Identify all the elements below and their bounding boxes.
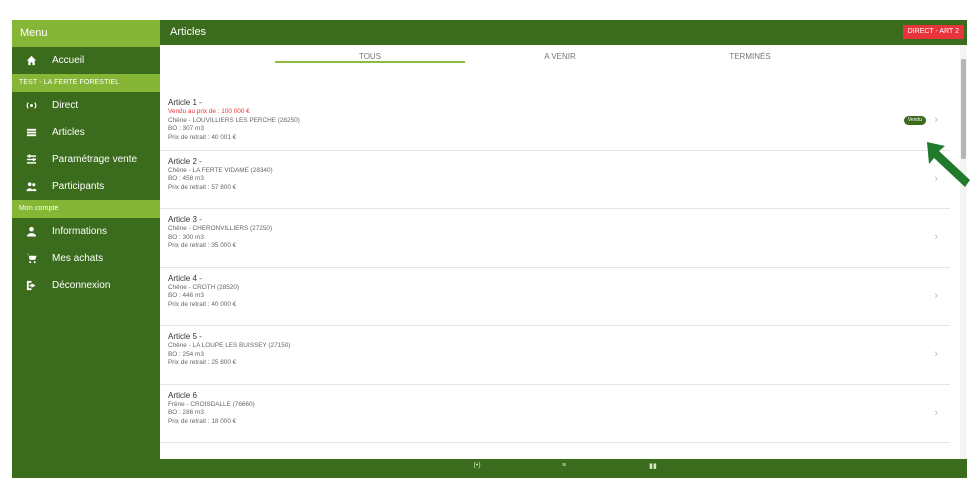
article-title: Article 3 - <box>168 215 202 224</box>
logout-icon <box>24 279 38 293</box>
sidebar-item-direct[interactable]: Direct <box>12 92 160 119</box>
chevron-right-icon: › <box>934 114 938 126</box>
page-title: Articles <box>170 26 207 38</box>
article-price: Prix de retrait : 35 000 € <box>168 242 237 250</box>
bottom-articles-icon[interactable]: ≡ <box>557 462 571 469</box>
sidebar-item-label: Direct <box>52 100 79 111</box>
article-volume: BO : 446 m3 <box>168 292 204 300</box>
sold-badge: Vendu <box>903 116 926 125</box>
sidebar-item-label: Déconnexion <box>52 280 111 291</box>
article-volume: BO : 286 m3 <box>168 409 204 417</box>
article-volume: BO : 458 m3 <box>168 175 204 183</box>
chevron-right-icon: › <box>934 289 938 302</box>
app-frame: Menu Accueil TEST - LA FERTE FORESTIEL D… <box>12 20 967 478</box>
article-price: Prix de retrait : 40 001 € <box>168 133 237 141</box>
sidebar-item-parametrage-vente[interactable]: Paramétrage vente <box>12 146 160 173</box>
article-price: Prix de retrait : 18 000 € <box>168 417 237 425</box>
article-place: Chêne - LA FERTE VIDAME (28340) <box>168 166 273 174</box>
tab-a-venir[interactable]: A VENIR <box>465 45 655 77</box>
chevron-right-icon: › <box>934 231 938 243</box>
topbar: Articles DIRECT - ART 2 <box>160 20 967 45</box>
broadcast-icon <box>24 99 38 113</box>
article-place: Chêne - LA LOUPE LES BUISSEY (27150) <box>168 342 291 349</box>
article-price: Prix de retrait : 40 000 € <box>168 300 237 308</box>
article-sale-status: Vendu au prix de : 100 000 € <box>168 108 250 115</box>
sidebar-item-label: Informations <box>52 226 108 237</box>
article-title: Article 5 - <box>168 332 202 341</box>
tabs: TOUS A VENIR TERMINÉS <box>160 45 960 77</box>
chevron-right-icon: › <box>934 406 938 419</box>
article-row-5[interactable]: Article 5 - Chêne - LA LOUPE LES BUISSEY… <box>160 326 950 385</box>
article-volume: BO : 254 m3 <box>168 350 204 358</box>
home-icon <box>24 54 38 68</box>
main-panel: Articles DIRECT - ART 2 TOUS A VENIR TER… <box>160 20 967 478</box>
sidebar-item-label: Mes achats <box>52 253 104 264</box>
article-place: Chêne - LOUVILLIERS LES PERCHE (28250) <box>168 116 300 124</box>
bottom-nav: (•) ≡ ▮▮ <box>160 459 967 478</box>
article-volume: BO : 307 m3 <box>168 125 204 133</box>
article-place: Chêne - CROTH (28520) <box>168 283 240 291</box>
article-title: Article 4 - <box>168 273 202 283</box>
bottom-catalog-icon[interactable]: ▮▮ <box>646 462 660 470</box>
sidebar-item-mes-achats[interactable]: Mes achats <box>12 245 160 272</box>
sidebar-item-accueil[interactable]: Accueil <box>12 47 160 74</box>
article-volume: BO : 300 m3 <box>168 233 204 241</box>
sidebar-item-label: Accueil <box>52 55 85 66</box>
users-icon <box>24 180 38 194</box>
article-place: Frêne - CROISDALLE (76660) <box>168 400 255 408</box>
cart-icon <box>24 252 38 266</box>
sidebar-item-articles[interactable]: Articles <box>12 119 160 146</box>
menu-header: Menu <box>12 20 160 47</box>
sidebar-item-label: Paramétrage vente <box>52 154 138 165</box>
article-price: Prix de retrait : 57 800 € <box>168 183 237 191</box>
section-account: Mon compte <box>12 200 160 218</box>
section-store: TEST - LA FERTE FORESTIEL <box>12 74 160 92</box>
user-icon <box>24 225 38 239</box>
sidebar-item-deconnexion[interactable]: Déconnexion <box>12 272 160 299</box>
article-price: Prix de retrait : 25 800 € <box>168 359 237 367</box>
article-row-1[interactable]: Article 1 - Vendu au prix de : 100 000 €… <box>160 92 950 151</box>
content-area: TOUS A VENIR TERMINÉS Article 1 - Vendu … <box>160 45 960 459</box>
article-title: Article 6 <box>168 390 197 400</box>
article-row-3[interactable]: Article 3 - Chêne - CHERONVILLIERS (2725… <box>160 209 950 268</box>
sidebar-item-label: Articles <box>52 127 85 138</box>
annotation-arrow-icon <box>927 142 970 187</box>
scrollbar[interactable] <box>960 45 967 459</box>
sidebar-item-label: Participants <box>52 181 105 192</box>
article-row-2[interactable]: Article 2 - Chêne - LA FERTE VIDAME (283… <box>160 151 950 209</box>
article-row-4[interactable]: Article 4 - Chêne - CROTH (28520) BO : 4… <box>160 268 950 326</box>
article-title: Article 2 - <box>168 156 202 166</box>
sidebar: Menu Accueil TEST - LA FERTE FORESTIEL D… <box>12 20 160 478</box>
article-place: Chêne - CHERONVILLIERS (27250) <box>168 225 273 232</box>
sidebar-item-participants[interactable]: Participants <box>12 173 160 200</box>
sidebar-item-informations[interactable]: Informations <box>12 218 160 245</box>
tab-tous[interactable]: TOUS <box>275 45 465 63</box>
direct-badge[interactable]: DIRECT - ART 2 <box>902 25 964 39</box>
article-list: Article 1 - Vendu au prix de : 100 000 €… <box>160 92 950 443</box>
tab-termines[interactable]: TERMINÉS <box>655 45 845 77</box>
chevron-right-icon: › <box>934 348 938 360</box>
article-title: Article 1 - <box>168 98 202 107</box>
list-icon <box>24 126 38 140</box>
bottom-direct-icon[interactable]: (•) <box>470 462 484 469</box>
settings-list-icon <box>24 153 38 167</box>
article-row-6[interactable]: Article 6 Frêne - CROISDALLE (76660) BO … <box>160 385 950 443</box>
